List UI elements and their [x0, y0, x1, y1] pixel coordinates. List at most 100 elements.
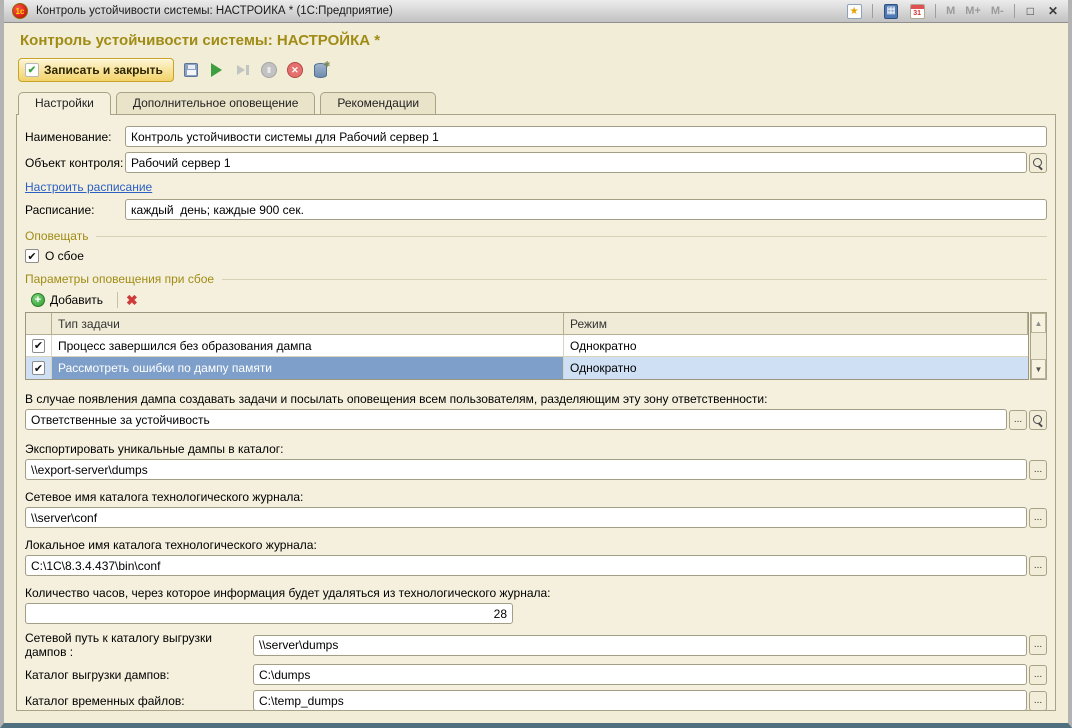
- favorites-icon: ★: [847, 4, 862, 19]
- toolbar: ✔ Записать и закрыть ‖ ✕: [18, 57, 1068, 83]
- export-dir-browse-button[interactable]: ...: [1029, 460, 1047, 480]
- magnifier-icon: [1032, 157, 1044, 169]
- task-cell[interactable]: Рассмотреть ошибки по дампу памяти: [52, 357, 564, 379]
- failure-checkbox-label: О сбое: [45, 249, 84, 263]
- favorites-button[interactable]: ★: [844, 2, 864, 20]
- tab-settings[interactable]: Настройки: [18, 92, 111, 114]
- calendar-button[interactable]: 31: [907, 2, 927, 20]
- stop-icon: ✕: [287, 62, 303, 78]
- titlebar-separator: [872, 4, 873, 18]
- name-label: Наименование:: [25, 130, 125, 144]
- table-row-selected[interactable]: Рассмотреть ошибки по дампу памяти Однок…: [26, 357, 1028, 379]
- toolbar-divider: [117, 292, 118, 308]
- pause-icon-button[interactable]: ‖: [260, 61, 278, 79]
- control-object-label: Объект контроля:: [25, 156, 125, 170]
- failure-params-group-label: Параметры оповещения при сбое: [25, 272, 214, 286]
- app-window: 1с Контроль устойчивости системы: НАСТРО…: [0, 0, 1072, 728]
- page-title: Контроль устойчивости системы: НАСТРОЙКА…: [20, 32, 1068, 49]
- pause-icon: ‖: [261, 62, 277, 78]
- step-icon-button[interactable]: [234, 61, 252, 79]
- tab-additional-notification[interactable]: Дополнительное оповещение: [116, 92, 316, 114]
- net-log-dir-input[interactable]: [25, 507, 1027, 528]
- export-dir-input[interactable]: [25, 459, 1027, 480]
- net-log-dir-label: Сетевое имя каталога технологического жу…: [25, 490, 1047, 504]
- memory-m-button[interactable]: M: [944, 5, 957, 17]
- save-close-button[interactable]: ✔ Записать и закрыть: [18, 58, 174, 82]
- floppy-icon: [184, 63, 198, 77]
- tasks-table: Тип задачи Режим Процесс завершился без …: [25, 312, 1029, 380]
- table-toolbar: + Добавить ✖: [25, 291, 1047, 309]
- scroll-up-icon[interactable]: ▲: [1031, 313, 1046, 333]
- tasks-table-wrap: Тип задачи Режим Процесс завершился без …: [25, 312, 1047, 380]
- save-close-label: Записать и закрыть: [44, 63, 163, 77]
- window-title: Контроль устойчивости системы: НАСТРОЙКА…: [36, 5, 844, 17]
- hours-label: Количество часов, через которое информац…: [25, 586, 1047, 600]
- group-divider: [222, 279, 1047, 280]
- window-bottom-strip: [4, 711, 1068, 723]
- notify-group: Оповещать: [25, 229, 1047, 243]
- magnifier-icon: [1032, 414, 1044, 426]
- hours-input[interactable]: [25, 603, 513, 624]
- temp-dir-input[interactable]: [253, 690, 1027, 711]
- zone-label: В случае появления дампа создавать задач…: [25, 392, 1047, 406]
- tab-recommendations[interactable]: Рекомендации: [320, 92, 436, 114]
- checkbox-column-header[interactable]: [26, 313, 52, 334]
- calendar-icon: 31: [910, 4, 925, 19]
- schedule-input[interactable]: [125, 199, 1047, 220]
- maximize-button[interactable]: □: [1023, 4, 1038, 18]
- titlebar: 1с Контроль устойчивости системы: НАСТРО…: [4, 0, 1068, 23]
- memory-mplus-button[interactable]: M+: [963, 5, 983, 17]
- memory-mminus-button[interactable]: M-: [989, 5, 1006, 17]
- close-button[interactable]: ✕: [1044, 4, 1062, 18]
- net-log-dir-browse-button[interactable]: ...: [1029, 508, 1047, 528]
- check-doc-icon: ✔: [25, 63, 39, 77]
- table-header-row: Тип задачи Режим: [26, 313, 1028, 335]
- mode-cell[interactable]: Однократно: [564, 357, 1028, 379]
- run-icon-button[interactable]: [208, 61, 226, 79]
- row-checkbox[interactable]: [32, 361, 45, 375]
- failure-checkbox-row[interactable]: О сбое: [25, 249, 1047, 263]
- table-scrollbar[interactable]: ▲ ▼: [1030, 312, 1047, 380]
- failure-params-group: Параметры оповещения при сбое: [25, 272, 1047, 286]
- app-logo-icon: 1с: [12, 3, 28, 19]
- net-dump-path-label: Сетевой путь к каталогу выгрузки дампов …: [25, 631, 253, 659]
- local-log-dir-label: Локальное имя каталога технологического …: [25, 538, 1047, 552]
- net-dump-path-browse-button[interactable]: ...: [1029, 635, 1047, 655]
- control-object-input[interactable]: [125, 152, 1027, 173]
- local-log-dir-input[interactable]: [25, 555, 1027, 576]
- plus-circle-icon: +: [31, 293, 45, 307]
- mode-column-header[interactable]: Режим: [564, 313, 1028, 334]
- notify-group-label: Оповещать: [25, 229, 88, 243]
- add-button[interactable]: + Добавить: [25, 291, 109, 309]
- failure-checkbox[interactable]: [25, 249, 39, 263]
- mode-cell[interactable]: Однократно: [564, 335, 1028, 356]
- tab-bar: Настройки Дополнительное оповещение Реко…: [18, 92, 1068, 114]
- calculator-button[interactable]: ▦: [881, 2, 901, 20]
- titlebar-separator: [1014, 4, 1015, 18]
- stop-icon-button[interactable]: ✕: [286, 61, 304, 79]
- titlebar-separator: [935, 4, 936, 18]
- save-icon-button[interactable]: [182, 61, 200, 79]
- db-config-icon-button[interactable]: [312, 61, 330, 79]
- zone-input[interactable]: [25, 409, 1007, 430]
- name-input[interactable]: [125, 126, 1047, 147]
- delete-button[interactable]: ✖: [126, 292, 138, 309]
- dump-dir-input[interactable]: [253, 664, 1027, 685]
- temp-dir-browse-button[interactable]: ...: [1029, 691, 1047, 711]
- zone-lookup-button[interactable]: [1029, 410, 1047, 430]
- table-row[interactable]: Процесс завершился без образования дампа…: [26, 335, 1028, 357]
- row-checkbox[interactable]: [32, 339, 45, 353]
- control-object-lookup-button[interactable]: [1029, 153, 1047, 173]
- configure-schedule-link[interactable]: Настроить расписание: [25, 180, 1047, 194]
- database-gear-icon: [314, 63, 327, 78]
- temp-dir-label: Каталог временных файлов:: [25, 694, 253, 708]
- task-column-header[interactable]: Тип задачи: [52, 313, 564, 334]
- net-dump-path-input[interactable]: [253, 635, 1027, 656]
- task-cell[interactable]: Процесс завершился без образования дампа: [52, 335, 564, 356]
- add-button-label: Добавить: [50, 293, 103, 307]
- local-log-dir-browse-button[interactable]: ...: [1029, 556, 1047, 576]
- zone-browse-button[interactable]: ...: [1009, 410, 1027, 430]
- dump-dir-browse-button[interactable]: ...: [1029, 665, 1047, 685]
- schedule-label: Расписание:: [25, 203, 125, 217]
- scroll-down-icon[interactable]: ▼: [1031, 359, 1046, 379]
